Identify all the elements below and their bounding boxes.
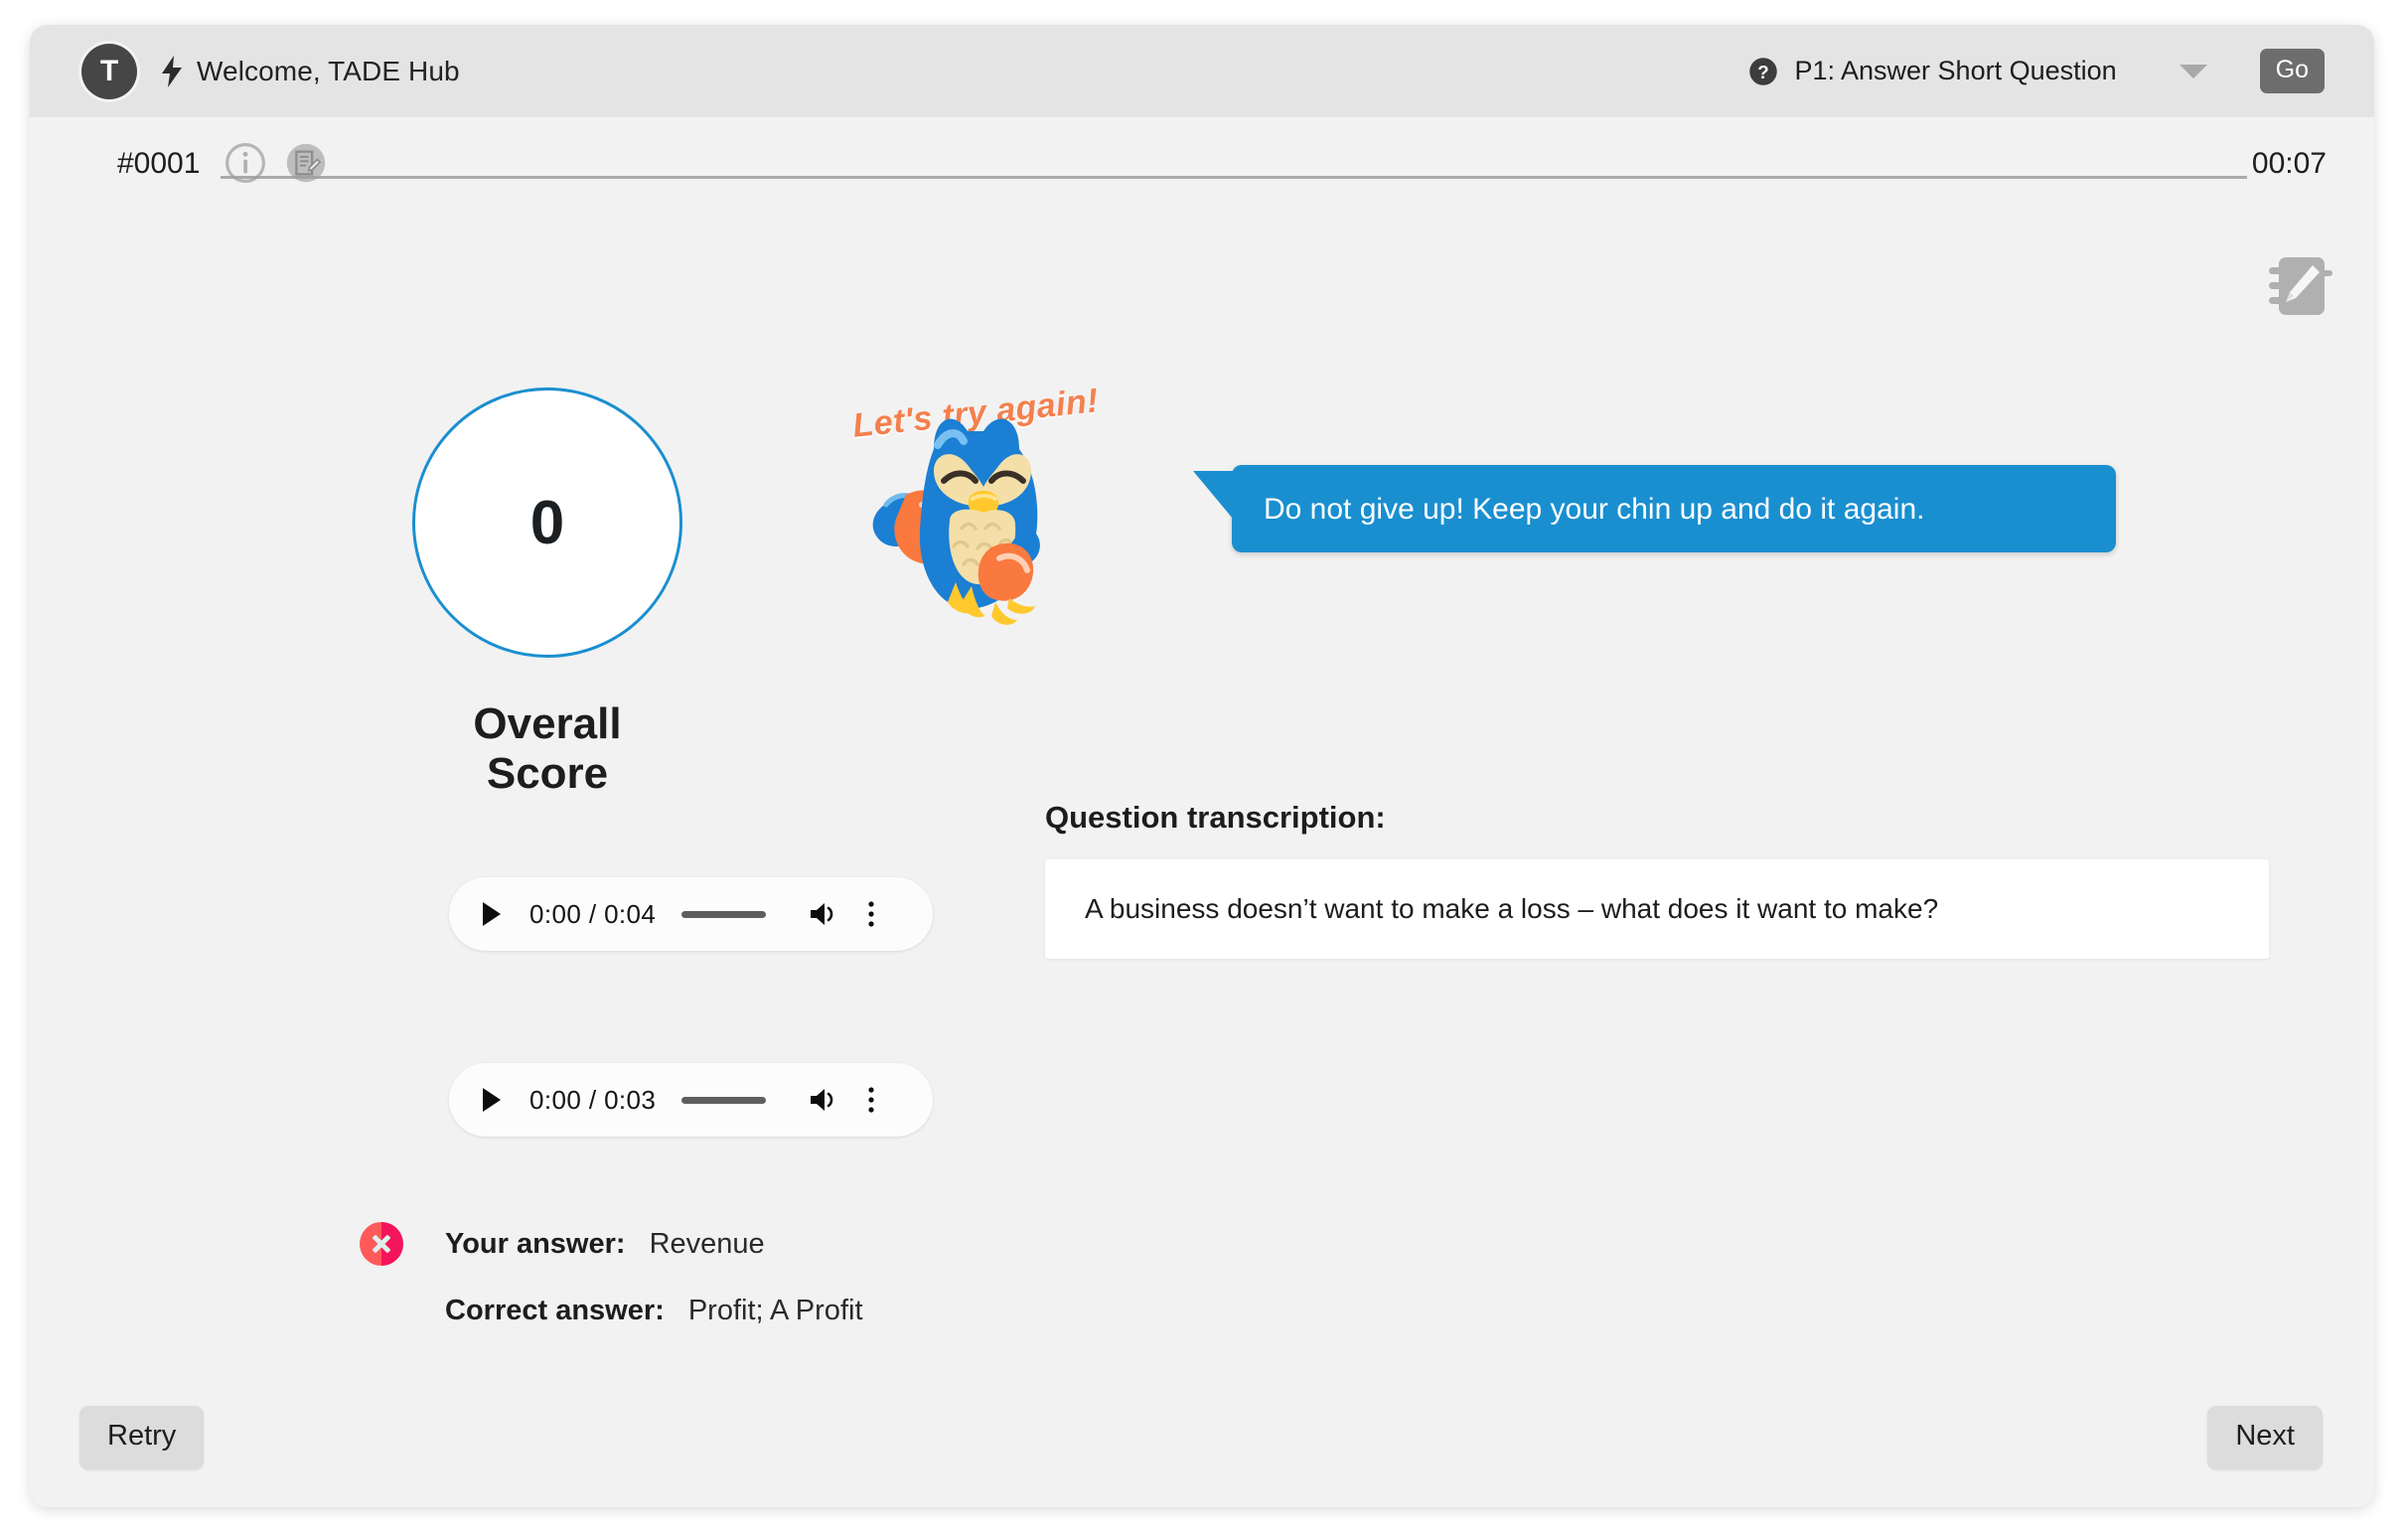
transcription-label: Question transcription: [1045,800,1386,835]
feedback-text: Do not give up! Keep your chin up and do… [1264,492,1925,526]
play-icon[interactable] [481,901,503,927]
svg-text:?: ? [1758,61,1769,81]
timer: 00:07 [2251,147,2327,180]
note-edit-icon[interactable] [285,142,327,189]
audio-time: 0:00 / 0:04 [529,898,657,929]
question-id: #0001 [117,147,201,180]
score-value: 0 [529,488,565,557]
audio-progress-track[interactable] [681,1096,767,1104]
next-button[interactable]: Next [2207,1406,2323,1469]
welcome-text: Welcome, TADE Hub [197,55,460,86]
header-divider [221,176,2247,179]
notepad-pencil-icon[interactable] [2265,253,2334,319]
owl-mascot-icon [834,387,1123,646]
bolt-icon [159,55,185,87]
app-header: T Welcome, TADE Hub ? P1: Answer Short Q… [30,25,2374,117]
transcription-box: A business doesn’t want to make a loss –… [1045,859,2269,959]
your-answer-value: Revenue [649,1227,765,1260]
your-answer-row: Your answer: Revenue [360,1222,863,1266]
more-vertical-icon[interactable] [867,900,875,928]
avatar[interactable]: T [81,43,137,99]
your-answer-label: Your answer: [445,1227,626,1260]
more-vertical-icon[interactable] [867,1086,875,1114]
volume-icon[interactable] [808,1087,837,1113]
incorrect-x-icon [360,1222,403,1266]
score-ring: 0 [412,387,682,658]
app-card: T Welcome, TADE Hub ? P1: Answer Short Q… [30,25,2374,1507]
correct-answer-row: Correct answer: Profit; A Profit [360,1295,863,1327]
brand-area: T Welcome, TADE Hub [30,43,460,99]
audio-player-answer[interactable]: 0:00 / 0:03 [449,1063,933,1137]
correct-answer-value: Profit; A Profit [687,1295,863,1326]
correct-answer-label: Correct answer: [445,1295,665,1326]
help-circle-icon[interactable]: ? [1748,57,1778,86]
volume-icon[interactable] [808,901,837,927]
info-icon[interactable] [225,142,266,189]
bubble-tail [1193,471,1233,519]
audio-progress-track[interactable] [681,910,767,918]
play-icon[interactable] [481,1087,503,1113]
mode-label[interactable]: P1: Answer Short Question [1794,56,2116,86]
go-button[interactable]: Go [2259,49,2325,93]
score-caption: Overall Score [473,699,622,798]
audio-player-question[interactable]: 0:00 / 0:04 [449,877,933,951]
meta-row: #0001 00:07 [30,117,2374,220]
header-right: ? P1: Answer Short Question Go [1748,49,2374,93]
chevron-down-icon[interactable] [2179,63,2208,80]
score-section: 0 Overall Score [412,387,682,799]
answer-summary: Your answer: Revenue Correct answer: Pro… [360,1222,863,1327]
audio-time: 0:00 / 0:03 [529,1084,657,1115]
feedback-bubble: Do not give up! Keep your chin up and do… [1193,465,2116,552]
retry-button[interactable]: Retry [79,1406,205,1469]
transcription-text: A business doesn’t want to make a loss –… [1085,893,1939,924]
